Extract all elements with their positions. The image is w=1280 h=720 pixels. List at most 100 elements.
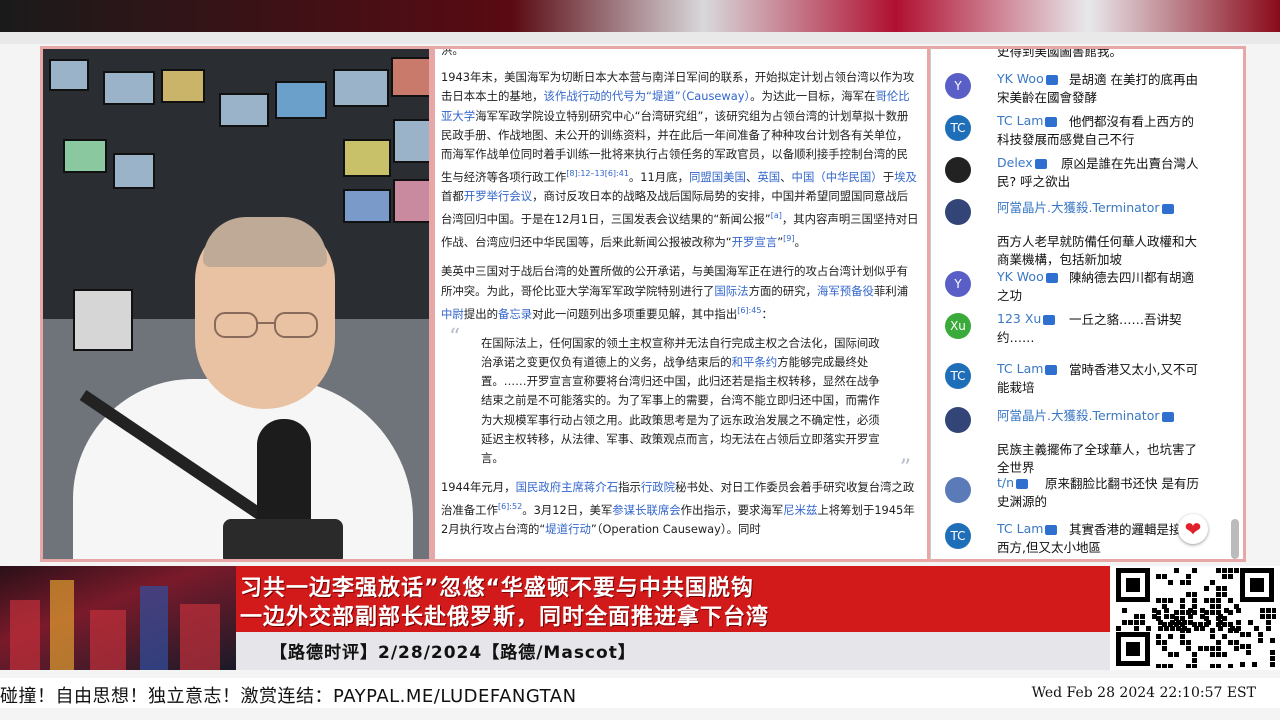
chat-message-text: 當時香港又太小,又不可能栽培 (997, 362, 1198, 395)
headline-box: 习共一边李强放话”忽悠“华盛顿不要与中共国脱钩 一边外交部副部长赴俄罗斯，同时全… (236, 566, 1110, 632)
chat-scrollbar[interactable] (1231, 519, 1239, 559)
article-text: 。 (794, 235, 806, 250)
article-text: 首都 (441, 189, 464, 204)
citation-link[interactable]: [8]:12–13[6]:41 (566, 169, 629, 178)
article-link[interactable]: 备忘录 (498, 307, 532, 321)
article-link[interactable]: 海军预备役 (817, 284, 874, 298)
monitor-screen (393, 179, 429, 223)
article-link[interactable]: 该作战行动的代号为“堤道”（Causeway） (544, 89, 751, 103)
article-fragment-top: 洪。 (441, 46, 464, 57)
chat-avatar[interactable]: TC (945, 363, 971, 389)
headline-line-1: 习共一边李强放话”忽悠“华盛顿不要与中共国脱钩 (240, 576, 754, 601)
monitor-screen (73, 289, 133, 351)
chat-avatar[interactable]: Y (945, 73, 971, 99)
mic-stand (223, 519, 343, 559)
article-link[interactable]: 开罗举行会议 (464, 189, 532, 203)
chat-message-text: 西方人老早就防備任何華人政權和大商業機構，包括新加坡 (997, 234, 1198, 267)
chat-author-name[interactable]: 阿當晶片.大獲殺.Terminator (997, 405, 1174, 424)
chat-avatar[interactable] (945, 199, 971, 225)
monitor-screen (343, 189, 391, 223)
monitor-screen (49, 59, 89, 91)
glasses-icon (214, 312, 318, 338)
monitor-screen (103, 71, 155, 105)
article-link[interactable]: 行政院 (641, 480, 675, 494)
article-link[interactable]: 国际法 (714, 284, 748, 298)
chat-avatar[interactable] (945, 157, 971, 183)
citation-link[interactable]: [a] (771, 211, 782, 220)
member-badge-icon (1161, 203, 1174, 214)
monitor-screen (275, 81, 327, 119)
article-link[interactable]: 埃及 (894, 170, 917, 184)
close-quote-icon: ” (899, 456, 911, 482)
article-link[interactable]: 开罗宣言 (732, 235, 778, 249)
clock-timestamp: Wed Feb 28 2024 22:10:57 EST (1031, 685, 1256, 701)
article-link[interactable]: 英国 (757, 170, 780, 184)
article-text: 指示 (618, 480, 641, 495)
article-text: 。11月底， (628, 170, 689, 185)
article-text: 对此一问题列出多项重要见解，其中指出 (532, 306, 738, 321)
article-paragraph-1: 1943年末，美国海军为切断日本大本营与南洋日军间的联系，开始拟定计划占领台湾以… (441, 68, 919, 252)
chat-avatar[interactable] (945, 477, 971, 503)
chat-avatar[interactable]: TC (945, 115, 971, 141)
article-paragraph-2: 美英中三国对于战后台湾的处置所做的公开承诺，与美国海军正在进行的攻占台湾计划似乎… (441, 262, 919, 323)
member-badge-icon (1161, 411, 1174, 422)
top-stripe (0, 32, 1280, 44)
chat-avatar[interactable]: TC (945, 523, 971, 549)
chat-message-text: 陳納德去四川都有胡適之功 (997, 270, 1195, 303)
chat-author-label: 阿當晶片.大獲殺.Terminator (997, 408, 1160, 423)
chat-message-text: 一丘之貉……吾讲契约…… (997, 312, 1182, 345)
lower-third-banner: 习共一边李强放话”忽悠“华盛顿不要与中共国脱钩 一边外交部副部长赴俄罗斯，同时全… (0, 566, 1280, 676)
chat-top-fragment: 史得到美國圖書館我。 (997, 46, 1123, 59)
host-hair (203, 217, 327, 267)
live-chat-panel: 史得到美國圖書館我。 Y YK Woo 是胡適 在美打的底再由宋美齡在國會發酵 TC T… (930, 46, 1246, 562)
citation-link[interactable]: [6]:52 (498, 502, 522, 511)
article-text: 1944年元月， (441, 480, 516, 495)
chat-message-text: 他們都沒有看上西方的科技發展而感覺自己不行 (997, 114, 1195, 147)
chat-message-text: 其實香港的邏輯是接近西方,但又太小地區 (997, 522, 1195, 555)
article-link[interactable]: 国民政府主席蒋介石 (516, 480, 619, 494)
headline-line-2: 一边外交部副部长赴俄罗斯，同时全面推进拿下台湾 (240, 605, 770, 630)
article-text: 菲利浦 (873, 283, 909, 298)
monitor-screen (63, 139, 107, 173)
article-link[interactable]: 参谋长联席会 (612, 503, 680, 517)
host-video-feed (40, 46, 432, 562)
article-text: 于 (882, 170, 895, 185)
ticker-text: 碰撞！自由思想！独立意志！激赏连结：PAYPAL.ME/LUDEFANGTAN (0, 686, 577, 707)
chat-avatar[interactable]: Y (945, 271, 971, 297)
article-text: 。3月12日，美军 (522, 503, 613, 518)
article-link[interactable]: 堤道行动 (545, 522, 591, 536)
article-text: ： (761, 306, 773, 321)
article-quote: “ 在国际法上，任何国家的领土主权宣称并无法自行完成主权之合法化，国际间政治承诺… (449, 326, 913, 479)
article-text: 方能够完成最终处置。……开罗宣言宣称要将台湾归还中国，此归还若是指主权转移，显然… (481, 355, 880, 466)
article-link[interactable]: 尼米兹 (783, 503, 817, 517)
article-paragraph-3: 1944年元月，国民政府主席蒋介石指示行政院秘书处、对日工作委员会着手研究收复台… (441, 478, 919, 539)
chat-message-text: 原凶是誰在先出賣台灣人民? 呼之欲出 (997, 156, 1199, 189)
citation-link[interactable]: [6]:45 (737, 306, 761, 315)
episode-subtitle: 【路德时评】2/28/2024【路德/Mascot】 (270, 643, 636, 663)
chat-author-name[interactable]: 阿當晶片.大獲殺.Terminator (997, 197, 1174, 216)
monitor-screen (219, 93, 269, 127)
article-text: 方面的研究， (748, 283, 817, 298)
chat-message-text: 是胡適 在美打的底再由宋美齡在國會發酵 (997, 72, 1198, 105)
article-link[interactable]: 和平条约 (732, 355, 778, 369)
article-text: 作出指示，要求海军 (680, 503, 784, 518)
monitor-screen (343, 139, 391, 177)
chat-author-label: 阿當晶片.大獲殺.Terminator (997, 200, 1160, 215)
citation-link[interactable]: [9] (783, 234, 794, 243)
monitor-screen (393, 119, 429, 163)
heart-reaction-icon[interactable]: ❤ (1178, 514, 1208, 544)
top-background-banner (0, 0, 1280, 44)
article-link[interactable]: 中尉 (441, 307, 464, 321)
article-panel: 洪。 1943年末，美国海军为切断日本大本营与南洋日军间的联系，开始拟定计划占领… (432, 46, 930, 562)
monitor-screen (113, 153, 155, 189)
article-link[interactable]: 同盟国美国 (689, 170, 746, 184)
chat-avatar[interactable] (945, 407, 971, 433)
article-text: 、 (745, 170, 758, 185)
article-text: 。为达此一目标，海军在 (750, 89, 876, 104)
qr-code-icon (1110, 566, 1280, 670)
monitor-screen (161, 69, 205, 103)
article-link[interactable]: 中国（中华民国） (792, 170, 883, 184)
chat-avatar[interactable]: Xu (945, 313, 971, 339)
subtitle-box: 【路德时评】2/28/2024【路德/Mascot】 (236, 632, 1110, 670)
bottom-ticker: 碰撞！自由思想！独立意志！激赏连结：PAYPAL.ME/LUDEFANGTAN … (0, 678, 1280, 708)
